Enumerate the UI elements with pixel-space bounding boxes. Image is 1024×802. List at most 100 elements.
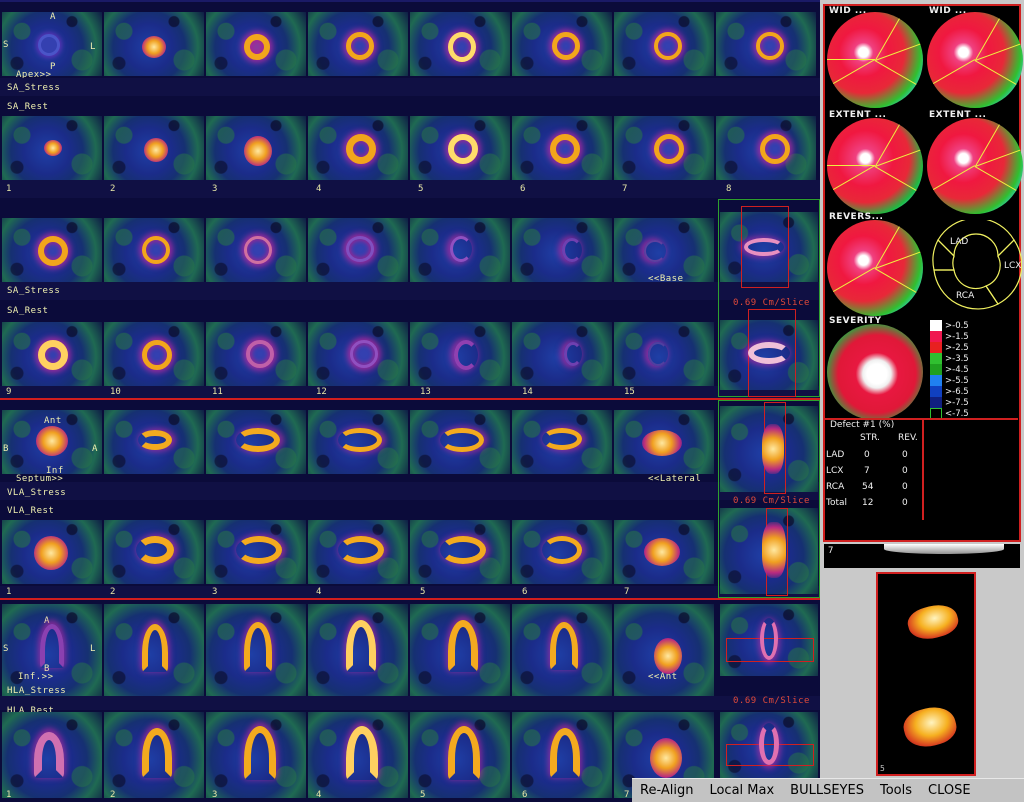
sa-stress-slice[interactable] <box>410 218 510 282</box>
vla-rest-slice[interactable] <box>512 520 612 584</box>
orientation-top-label: Ant <box>44 416 62 426</box>
local-max-button[interactable]: Local Max <box>701 783 782 798</box>
ant-label: <<Ant <box>648 672 678 682</box>
vla-stress-slice[interactable] <box>308 410 408 474</box>
hla-stress-slice[interactable] <box>206 604 306 696</box>
tools-button[interactable]: Tools <box>872 783 920 798</box>
sa-rest-slice[interactable] <box>716 116 816 180</box>
legend-label: >-0.5 <box>945 320 969 331</box>
sa-stress-label: SA_Stress <box>7 83 61 93</box>
hla-stress-slice[interactable] <box>2 604 102 696</box>
sa-stress-slice[interactable] <box>2 218 102 282</box>
sa-rest-slice[interactable] <box>614 322 714 386</box>
severity-bullseye[interactable] <box>827 324 923 420</box>
vla-rest-slice[interactable] <box>104 520 204 584</box>
hla-stress-slice[interactable] <box>410 604 510 696</box>
sa-stress-slice[interactable] <box>308 12 408 76</box>
legend-label: >-7.5 <box>945 397 969 408</box>
legend-label: >-5.5 <box>945 375 969 386</box>
legend-row: >-0.5 <box>930 320 969 331</box>
sa-stress-slice[interactable] <box>206 12 306 76</box>
hla-rest-slice[interactable] <box>410 712 510 798</box>
orientation-right-label: L <box>90 42 96 52</box>
width-rest-bullseye[interactable] <box>927 12 1023 108</box>
sa-rest-slice[interactable] <box>512 322 612 386</box>
reversibility-bullseye[interactable] <box>827 220 923 316</box>
sa-rest-slice[interactable] <box>308 322 408 386</box>
hla-stress-slice[interactable] <box>614 604 714 696</box>
lad-label: LAD <box>950 237 968 247</box>
hla-rest-slice[interactable] <box>104 712 204 798</box>
sa-rest-slice[interactable] <box>614 116 714 180</box>
sa-stress-slice[interactable] <box>614 12 714 76</box>
sa-rest-slice[interactable] <box>206 322 306 386</box>
preview-heart-image <box>904 600 962 644</box>
row-stress-value: 54 <box>862 482 874 492</box>
legend-swatch <box>930 320 942 331</box>
hla-rest-slice[interactable] <box>206 712 306 798</box>
hla-stress-slice[interactable] <box>308 604 408 696</box>
sa-rest-slice[interactable] <box>410 322 510 386</box>
slice-number: 3 <box>212 790 218 800</box>
sa-rest-slice[interactable] <box>104 322 204 386</box>
slice-number: 4 <box>316 184 322 194</box>
sa-stress-slice[interactable] <box>512 218 612 282</box>
label-strip <box>0 282 820 300</box>
extent-stress-bullseye[interactable] <box>827 118 923 214</box>
hla-stress-slice[interactable] <box>104 604 204 696</box>
sa-rest-slice[interactable] <box>206 116 306 180</box>
vla-rest-slice[interactable] <box>614 520 714 584</box>
legend-row: >-5.5 <box>930 375 969 386</box>
sa-rest-slice[interactable] <box>308 116 408 180</box>
vla-stress-slice[interactable] <box>104 410 204 474</box>
sa-stress-slice[interactable] <box>104 218 204 282</box>
bullseyes-button[interactable]: BULLSEYES <box>782 783 872 798</box>
realign-button[interactable]: Re-Align <box>632 783 701 798</box>
number-strip <box>0 586 820 598</box>
strip-number: 7 <box>828 546 834 556</box>
vla-rest-slice[interactable] <box>206 520 306 584</box>
hla-rest-slice[interactable] <box>308 712 408 798</box>
sa-rest-slice[interactable] <box>512 116 612 180</box>
sa-stress-slice[interactable] <box>308 218 408 282</box>
row-name: RCA <box>826 482 845 492</box>
sa-stress-slice[interactable] <box>614 218 714 282</box>
slice-preview-box[interactable]: 5 <box>876 572 976 776</box>
hla-rest-slice[interactable] <box>512 712 612 798</box>
close-button[interactable]: CLOSE <box>920 783 979 798</box>
sa-stress-slice[interactable] <box>716 12 816 76</box>
vla-stress-slice[interactable] <box>614 410 714 474</box>
width-stress-bullseye[interactable] <box>827 12 923 108</box>
legend-label: <-7.5 <box>945 408 969 419</box>
slice-number: 2 <box>110 587 116 597</box>
vla-rest-slice[interactable] <box>2 520 102 584</box>
sa-stress-slice[interactable] <box>512 12 612 76</box>
sa-rest-slice[interactable] <box>410 116 510 180</box>
slice-number: 8 <box>726 184 732 194</box>
vla-block: Ant B A Inf Septum>> <<Lateral VLA_Stres… <box>0 400 820 598</box>
hla-stress-slice[interactable] <box>512 604 612 696</box>
preview-number: 5 <box>880 764 885 773</box>
vla-rest-slice[interactable] <box>410 520 510 584</box>
sa-rest-slice[interactable] <box>104 116 204 180</box>
defect-title: Defect #1 (%) <box>830 420 895 430</box>
vla-stress-slice[interactable] <box>410 410 510 474</box>
extent-rest-bullseye[interactable] <box>927 118 1023 214</box>
sa-stress-slice[interactable] <box>206 218 306 282</box>
slice-display-panel[interactable]: A S L P Apex>> SA_Stress SA_Rest 1 2 3 4… <box>0 0 820 802</box>
vla-stress-slice[interactable] <box>512 410 612 474</box>
row-name: Total <box>826 498 848 508</box>
legend-swatch <box>930 386 942 397</box>
sa-rest-slice[interactable] <box>2 322 102 386</box>
sa-rest-slice[interactable] <box>2 116 102 180</box>
vla-rest-slice[interactable] <box>308 520 408 584</box>
vla-stress-slice[interactable] <box>206 410 306 474</box>
hla-rest-slice[interactable] <box>2 712 102 798</box>
slice-number: 1 <box>6 790 12 800</box>
sa-stress-slice[interactable] <box>104 12 204 76</box>
slice-number: 7 <box>624 587 630 597</box>
slice-number: 3 <box>212 587 218 597</box>
slice-number: 7 <box>622 184 628 194</box>
slice-preview-strip[interactable]: 7 <box>824 544 1020 568</box>
sa-stress-slice[interactable] <box>410 12 510 76</box>
